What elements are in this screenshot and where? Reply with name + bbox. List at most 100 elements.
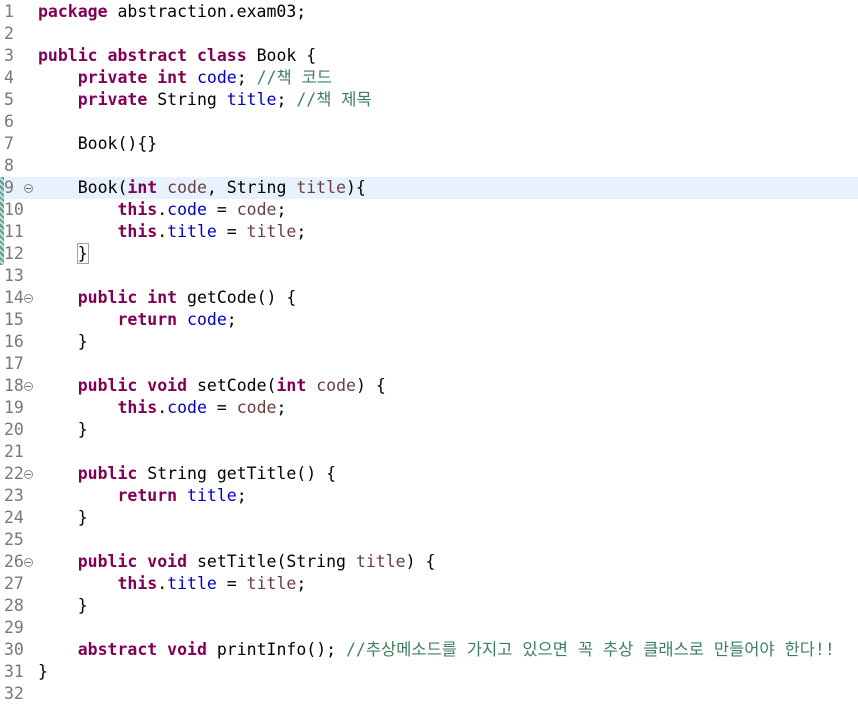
- code-token: }: [76, 243, 89, 264]
- code-line[interactable]: 9 Book(int code, String title){: [0, 177, 858, 199]
- code-token: ) {: [355, 376, 386, 395]
- code-line[interactable]: 22 public String getTitle() {: [0, 463, 858, 485]
- code-keyword: public: [77, 464, 138, 483]
- code-token: code: [236, 200, 277, 219]
- code-text[interactable]: public void setCode(int code) {: [38, 375, 386, 397]
- code-line[interactable]: 10 this.code = code;: [0, 199, 858, 221]
- code-text[interactable]: return title;: [38, 485, 246, 507]
- code-line[interactable]: 8: [0, 155, 858, 177]
- code-line[interactable]: 14 public int getCode() {: [0, 287, 858, 309]
- code-text[interactable]: public int getCode() {: [38, 287, 297, 309]
- code-text[interactable]: abstract void printInfo(); //추상메소드를 가지고 …: [38, 639, 835, 661]
- code-line[interactable]: 3 public abstract class Book {: [0, 45, 858, 67]
- code-token: ;: [236, 68, 257, 87]
- code-text[interactable]: this.title = title;: [38, 221, 306, 243]
- code-text[interactable]: private int code; //책 코드: [38, 67, 332, 89]
- code-line[interactable]: 5 private String title; //책 제목: [0, 89, 858, 111]
- code-line[interactable]: 19 this.code = code;: [0, 397, 858, 419]
- code-editor[interactable]: 1 package abstraction.exam03; 2 3 public abs…: [0, 0, 858, 724]
- fold-toggle-icon[interactable]: [24, 294, 33, 303]
- code-line[interactable]: 1 package abstraction.exam03;: [0, 1, 858, 23]
- code-token: String: [147, 90, 227, 109]
- code-line[interactable]: 32: [0, 683, 858, 705]
- code-token: String getTitle() {: [137, 464, 337, 483]
- code-text[interactable]: this.code = code;: [38, 199, 286, 221]
- code-token: title: [167, 222, 217, 241]
- code-line[interactable]: 18 public void setCode(int code) {: [0, 375, 858, 397]
- code-text[interactable]: }: [38, 507, 88, 529]
- code-text[interactable]: public void setTitle(String title) {: [38, 551, 436, 573]
- code-text[interactable]: }: [38, 331, 88, 353]
- code-line[interactable]: 12 }: [0, 243, 858, 265]
- line-number: 5: [4, 90, 14, 109]
- code-line[interactable]: 6: [0, 111, 858, 133]
- code-keyword: abstract: [77, 640, 158, 659]
- code-line[interactable]: 26 public void setTitle(String title) {: [0, 551, 858, 573]
- code-token: ){: [345, 178, 366, 197]
- code-text[interactable]: }: [38, 419, 88, 441]
- code-text[interactable]: Book(){}: [38, 133, 157, 155]
- code-line[interactable]: 15 return code;: [0, 309, 858, 331]
- code-text[interactable]: Book(int code, String title){: [38, 177, 366, 199]
- code-line[interactable]: 13: [0, 265, 858, 287]
- code-keyword: void: [167, 640, 207, 659]
- code-line[interactable]: 16 }: [0, 331, 858, 353]
- fold-toggle-icon[interactable]: [24, 558, 33, 567]
- fold-toggle-icon[interactable]: [24, 470, 33, 479]
- code-text[interactable]: public String getTitle() {: [38, 463, 336, 485]
- code-token: ;: [276, 200, 287, 219]
- code-line[interactable]: 25: [0, 529, 858, 551]
- code-line[interactable]: 21: [0, 441, 858, 463]
- code-line[interactable]: 29: [0, 617, 858, 639]
- code-keyword: this: [117, 398, 158, 417]
- code-line[interactable]: 28 }: [0, 595, 858, 617]
- code-token: ;: [296, 222, 307, 241]
- code-keyword: void: [147, 552, 188, 571]
- code-text[interactable]: private String title; //책 제목: [38, 89, 372, 111]
- code-line[interactable]: 30 abstract void printInfo(); //추상메소드를 가…: [0, 639, 858, 661]
- code-token: =: [206, 200, 237, 219]
- fold-toggle-icon[interactable]: [24, 184, 33, 193]
- code-text[interactable]: public abstract class Book {: [38, 45, 316, 67]
- code-token: title: [187, 486, 237, 505]
- code-line[interactable]: 27 this.title = title;: [0, 573, 858, 595]
- code-line[interactable]: 4 private int code; //책 코드: [0, 67, 858, 89]
- code-token: code: [167, 200, 207, 219]
- code-line[interactable]: 31}: [0, 661, 858, 683]
- code-line[interactable]: 20 }: [0, 419, 858, 441]
- code-keyword: this: [117, 222, 158, 241]
- fold-toggle-icon[interactable]: [24, 382, 33, 391]
- code-token: abstraction.exam03;: [107, 2, 307, 21]
- code-text[interactable]: }: [38, 595, 88, 617]
- code-line[interactable]: 17: [0, 353, 858, 375]
- code-line[interactable]: 11 this.title = title;: [0, 221, 858, 243]
- code-line[interactable]: 7 Book(){}: [0, 133, 858, 155]
- code-token: ) {: [405, 552, 436, 571]
- code-text[interactable]: package abstraction.exam03;: [38, 1, 306, 23]
- code-line[interactable]: 24 }: [0, 507, 858, 529]
- code-line[interactable]: 2: [0, 23, 858, 45]
- line-number: 1: [4, 2, 14, 21]
- code-token: , String: [206, 178, 297, 197]
- code-text[interactable]: this.title = title;: [38, 573, 306, 595]
- line-number: 4: [4, 68, 14, 87]
- code-keyword: public: [77, 552, 138, 571]
- code-token: ;: [226, 310, 237, 329]
- code-text[interactable]: return code;: [38, 309, 237, 331]
- code-text[interactable]: this.code = code;: [38, 397, 286, 419]
- code-token: code: [196, 68, 237, 87]
- code-line[interactable]: 23 return title;: [0, 485, 858, 507]
- code-token: }: [38, 508, 88, 527]
- code-text[interactable]: }: [38, 243, 89, 265]
- code-text[interactable]: }: [38, 661, 48, 683]
